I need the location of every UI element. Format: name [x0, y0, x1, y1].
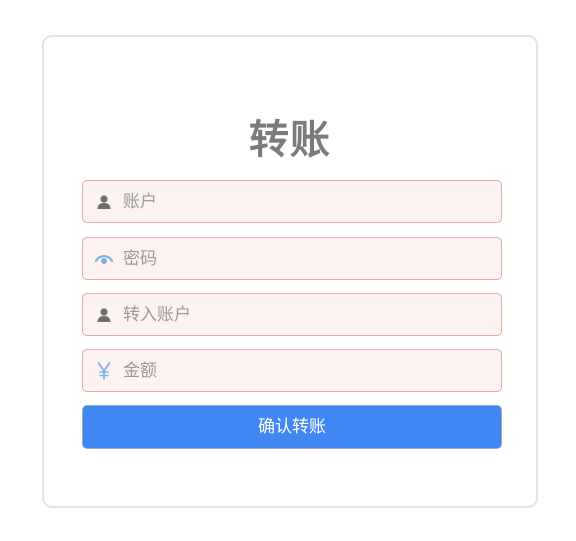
target-account-input[interactable]	[123, 294, 493, 335]
page-title: 转账	[249, 117, 331, 163]
amount-input[interactable]	[123, 350, 493, 391]
confirm-transfer-button[interactable]: 确认转账	[82, 405, 502, 449]
eye-icon	[95, 250, 113, 268]
user-icon	[95, 193, 113, 211]
account-field[interactable]	[82, 180, 502, 223]
password-field[interactable]	[82, 237, 502, 280]
target-account-field[interactable]	[82, 293, 502, 336]
password-input[interactable]	[123, 238, 493, 279]
user-icon	[95, 306, 113, 324]
amount-field[interactable]	[82, 349, 502, 392]
account-input[interactable]	[123, 181, 493, 222]
transfer-card: 转账 账户 转入账户 金额 确认转账	[42, 35, 538, 508]
yen-icon	[95, 362, 113, 380]
